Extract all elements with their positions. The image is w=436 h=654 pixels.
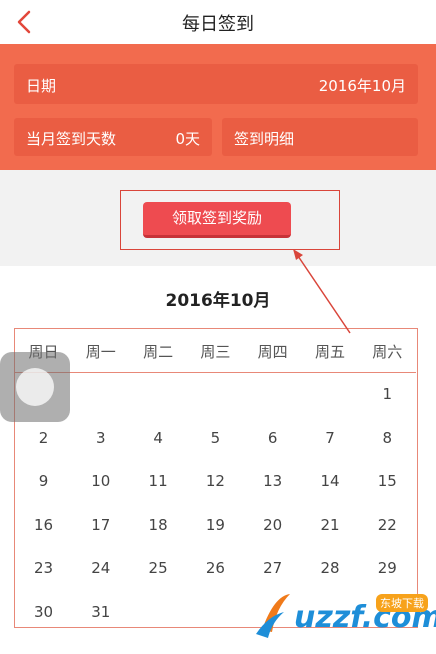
weekday-label: 周五 <box>314 343 345 361</box>
calendar-day[interactable]: 24 <box>72 559 129 577</box>
weekday-label: 周六 <box>372 343 403 361</box>
calendar-month-title: 2016年10月 <box>165 291 271 311</box>
floating-assistive-button[interactable] <box>0 352 70 422</box>
calendar-day[interactable]: 1 <box>359 385 416 403</box>
calendar-day[interactable]: 10 <box>72 472 129 490</box>
calendar-day[interactable]: 15 <box>359 472 416 490</box>
weekday-label: 周二 <box>143 343 174 361</box>
month-signin-count-value: 0天 <box>175 130 200 148</box>
calendar-day[interactable]: 17 <box>72 516 129 534</box>
calendar-day[interactable]: 30 <box>15 603 72 621</box>
calendar-day[interactable]: 23 <box>15 559 72 577</box>
calendar-day[interactable]: 28 <box>302 559 359 577</box>
calendar-day[interactable]: 8 <box>359 429 416 447</box>
reward-area: 领取签到奖励 <box>0 170 436 266</box>
calendar-day[interactable]: 3 <box>72 429 129 447</box>
watermark-tag: 东坡下载 <box>376 594 428 612</box>
page-title: 每日签到 <box>182 14 254 35</box>
date-label: 日期 <box>26 77 57 95</box>
weekday-label: 周四 <box>257 343 288 361</box>
calendar-day[interactable]: 4 <box>130 429 187 447</box>
calendar-day[interactable]: 29 <box>359 559 416 577</box>
weekday-label: 周一 <box>85 343 116 361</box>
weekday-header: 周日周一周二周三周四周五周六 <box>15 329 416 373</box>
calendar-day[interactable]: 16 <box>15 516 72 534</box>
calendar-day[interactable]: 18 <box>130 516 187 534</box>
calendar-day[interactable]: 5 <box>187 429 244 447</box>
calendar-day[interactable]: 20 <box>244 516 301 534</box>
calendar-day[interactable]: 2 <box>15 429 72 447</box>
calendar-day[interactable]: 31 <box>72 603 129 621</box>
nav-bar: 每日签到 <box>0 0 436 44</box>
calendar-day[interactable]: 27 <box>244 559 301 577</box>
calendar-day[interactable]: 13 <box>244 472 301 490</box>
calendar-day[interactable]: 26 <box>187 559 244 577</box>
calendar-grid: 周日周一周二周三周四周五周六 1234567891011121314151617… <box>14 328 418 628</box>
watermark-logo: uzzf.com 东坡下载 <box>254 586 436 646</box>
calendar-day[interactable]: 21 <box>302 516 359 534</box>
calendar-day[interactable]: 25 <box>130 559 187 577</box>
watermark-swoosh-icon <box>256 594 290 638</box>
calendar-day[interactable]: 6 <box>244 429 301 447</box>
calendar-day[interactable]: 7 <box>302 429 359 447</box>
weekday-label: 周三 <box>200 343 231 361</box>
claim-reward-button[interactable]: 领取签到奖励 <box>143 202 291 238</box>
calendar-day[interactable]: 9 <box>15 472 72 490</box>
calendar-day[interactable]: 14 <box>302 472 359 490</box>
month-signin-count-label: 当月签到天数 <box>26 130 117 148</box>
signin-detail-label: 签到明细 <box>234 130 295 148</box>
floating-button-knob <box>16 368 54 406</box>
signin-summary-panel: 日期 2016年10月 当月签到天数 0天 签到明细 <box>0 44 436 170</box>
date-value: 2016年10月 <box>318 77 406 95</box>
calendar-day[interactable]: 11 <box>130 472 187 490</box>
month-signin-count-row: 当月签到天数 0天 <box>14 118 212 156</box>
calendar-day[interactable]: 22 <box>359 516 416 534</box>
date-row: 日期 2016年10月 <box>14 64 418 104</box>
calendar-day[interactable]: 12 <box>187 472 244 490</box>
calendar-day[interactable]: 19 <box>187 516 244 534</box>
signin-detail-button[interactable]: 签到明细 <box>222 118 418 156</box>
